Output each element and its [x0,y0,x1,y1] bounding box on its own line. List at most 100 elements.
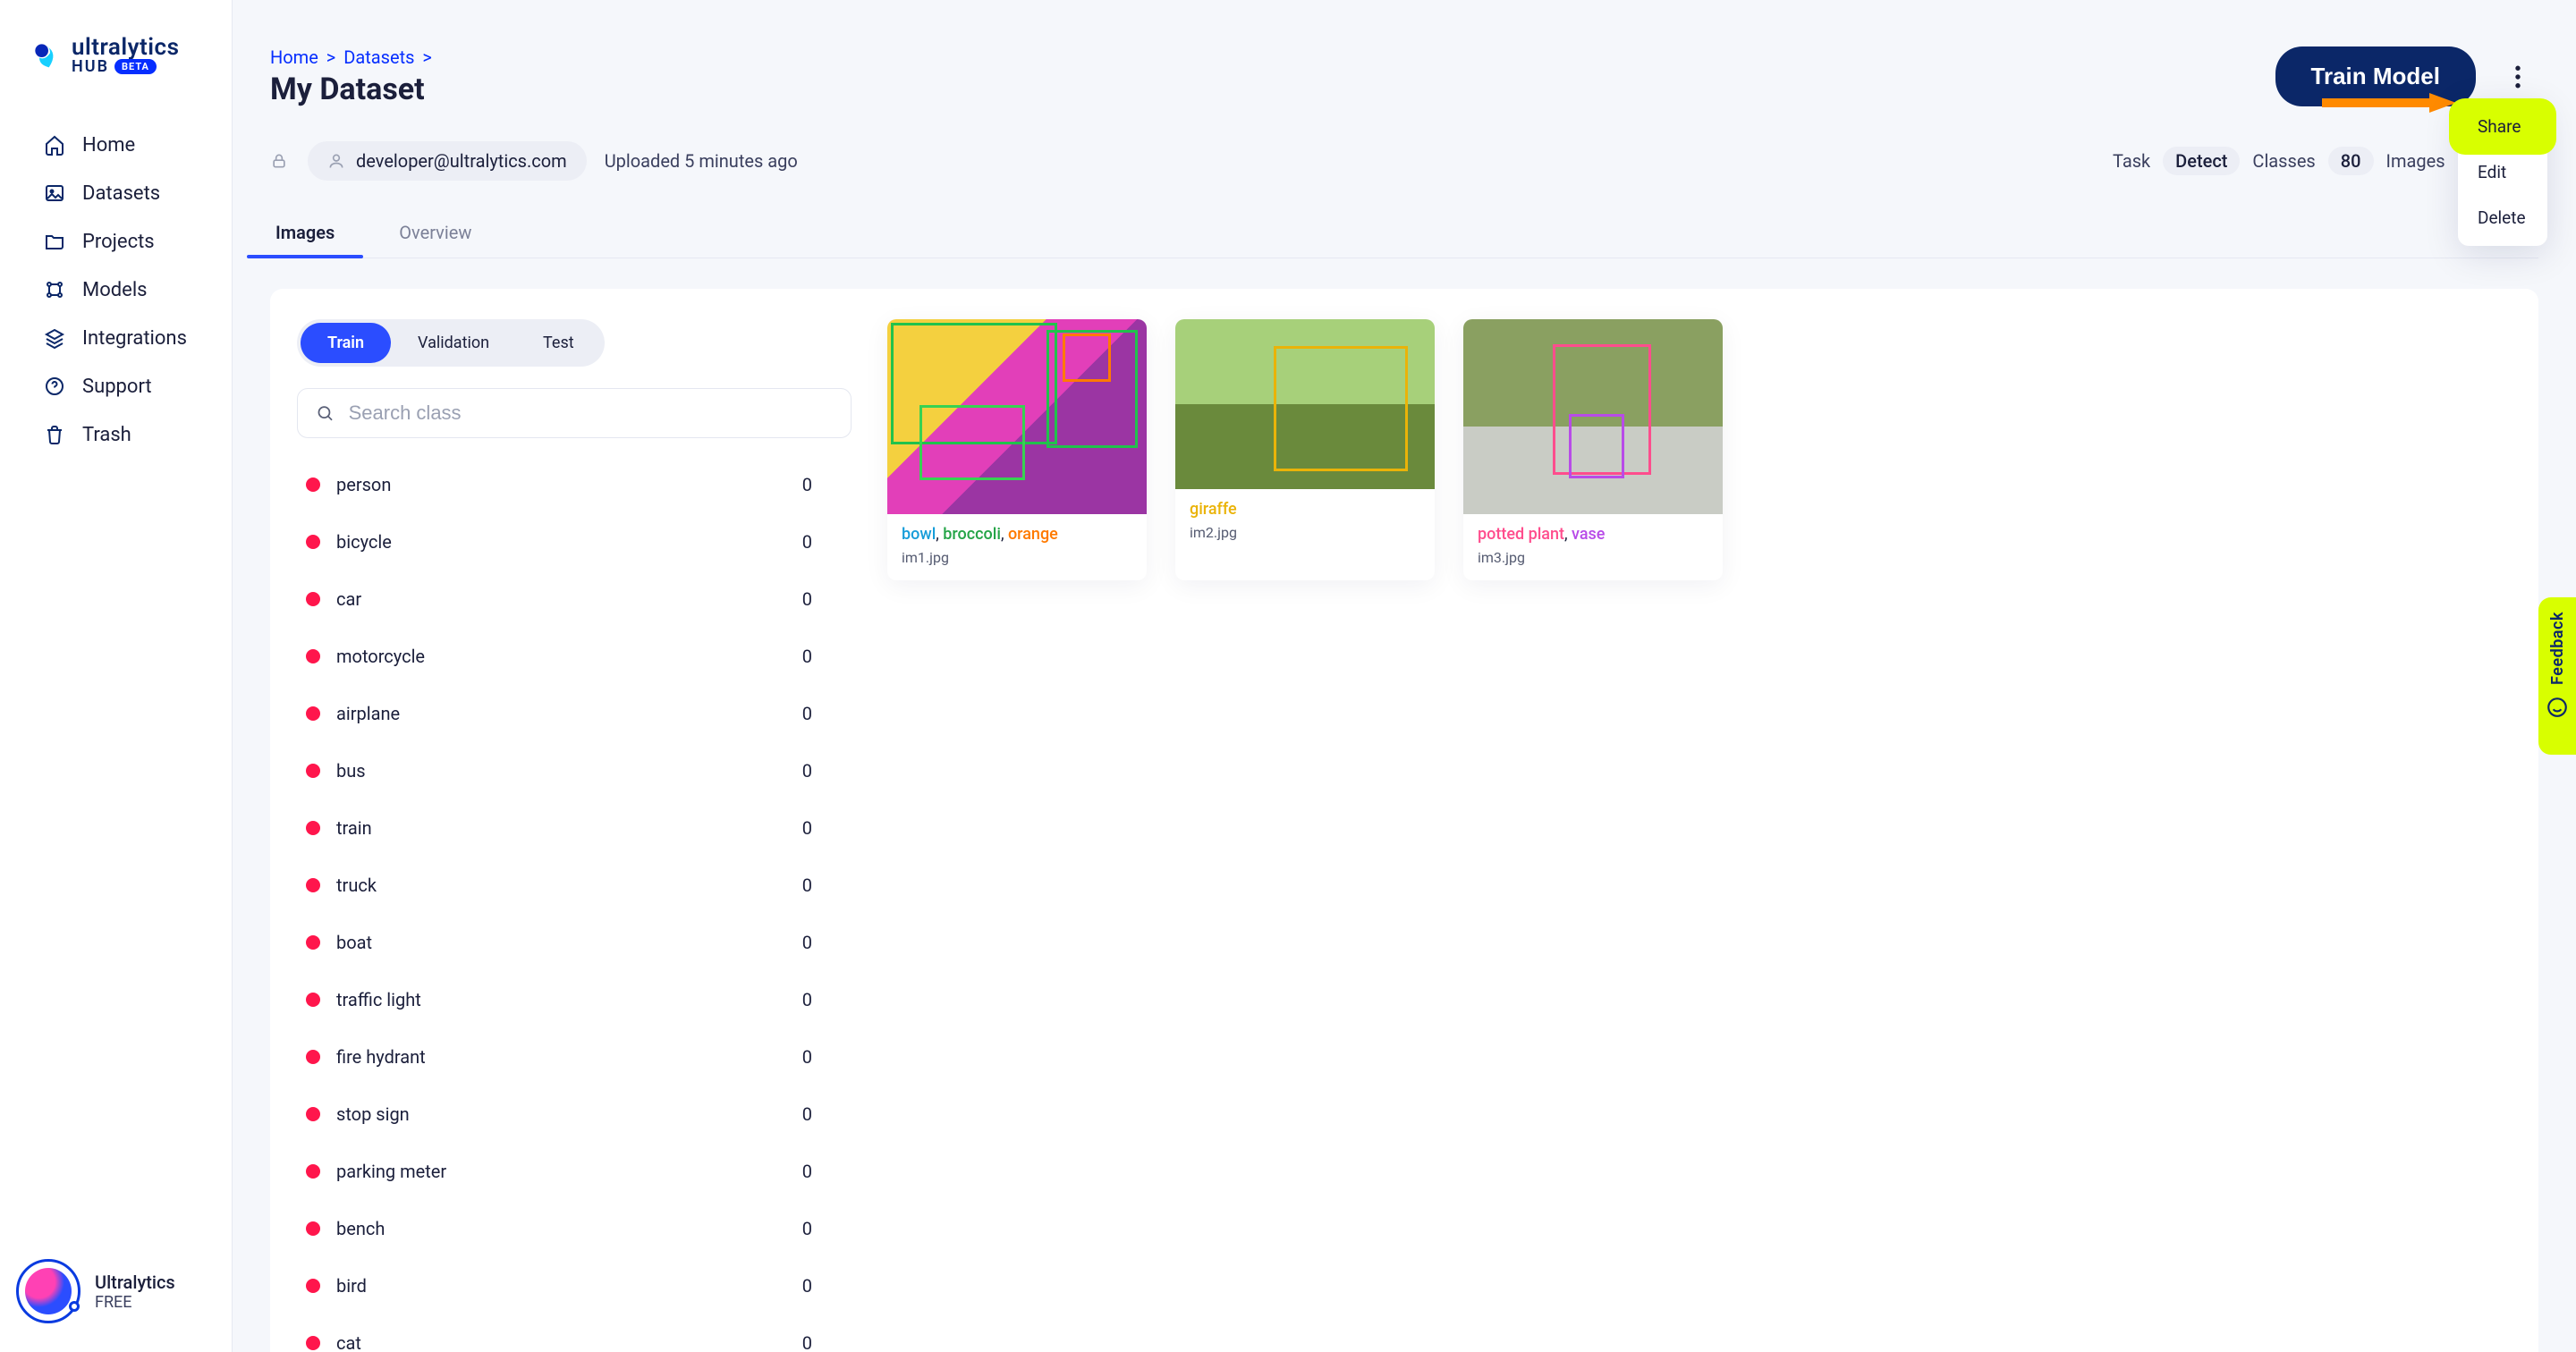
class-row[interactable]: fire hydrant0 [297,1028,821,1086]
class-row[interactable]: traffic light0 [297,971,821,1028]
class-row[interactable]: person0 [297,456,821,513]
trash-icon [43,423,66,446]
nav-label: Home [82,134,135,156]
image-thumbnail [1463,319,1723,514]
image-labels: bowl, broccoli, orange [902,525,1132,544]
class-count: 0 [802,531,812,553]
class-row[interactable]: train0 [297,799,821,857]
split-selector: Train Validation Test [297,319,605,367]
split-test[interactable]: Test [516,323,601,363]
nav-label: Support [82,376,152,398]
models-icon [43,278,66,301]
class-swatch [306,649,320,663]
image-labels: giraffe [1190,500,1420,519]
class-name: fire hydrant [336,1046,426,1068]
tab-overview[interactable]: Overview [394,207,477,258]
bbox [1569,414,1624,478]
class-name: traffic light [336,989,421,1010]
projects-icon [43,230,66,253]
class-row[interactable]: bus0 [297,742,821,799]
class-swatch [306,821,320,835]
sidebar-item-home[interactable]: Home [0,121,232,169]
support-icon [43,375,66,398]
owner-email: developer@ultralytics.com [356,150,567,172]
class-name: airplane [336,703,400,724]
class-name: stop sign [336,1103,410,1125]
stat-task-value: Detect [2163,147,2240,175]
sidebar-item-integrations[interactable]: Integrations [0,314,232,362]
sidebar-item-datasets[interactable]: Datasets [0,169,232,217]
bbox [919,405,1025,480]
feedback-tab[interactable]: Feedback [2538,597,2576,755]
menu-item-edit[interactable]: Edit [2458,149,2547,195]
class-swatch [306,477,320,492]
owner-pill[interactable]: developer@ultralytics.com [308,141,587,181]
bbox [1063,334,1111,382]
class-row[interactable]: boat0 [297,914,821,971]
class-swatch [306,1336,320,1350]
breadcrumb-datasets[interactable]: Datasets [343,46,414,68]
sidebar-item-support[interactable]: Support [0,362,232,410]
class-row[interactable]: airplane0 [297,685,821,742]
menu-item-delete[interactable]: Delete [2458,195,2547,241]
integrations-icon [43,326,66,350]
sidebar: ultralytics HUB BETA Home Datasets Proje… [0,0,233,1352]
breadcrumb-home[interactable]: Home [270,46,318,68]
class-count: 0 [802,1218,812,1239]
menu-item-share[interactable]: Share [2458,104,2547,149]
class-row[interactable]: parking meter0 [297,1143,821,1200]
class-search[interactable] [297,388,852,438]
split-validation[interactable]: Validation [391,323,516,363]
image-card[interactable]: potted plant, vase im3.jpg [1463,319,1723,580]
image-labels: potted plant, vase [1478,525,1708,544]
user-plan: FREE [95,1293,175,1312]
class-name: bicycle [336,531,392,553]
stat-images-label: Images [2386,150,2445,172]
sidebar-user[interactable]: Ultralytics FREE [0,1241,232,1352]
more-options-button[interactable] [2497,56,2538,97]
class-row[interactable]: stop sign0 [297,1086,821,1143]
images-panel: Train Validation Test person0 bicycle 0 car… [270,289,2538,1352]
image-filename: im3.jpg [1478,549,1708,566]
tab-images[interactable]: Images [270,207,340,258]
sidebar-item-projects[interactable]: Projects [0,217,232,266]
sidebar-item-models[interactable]: Models [0,266,232,314]
brand-logo[interactable]: ultralytics HUB BETA [0,0,232,94]
class-count: 0 [802,1275,812,1297]
class-row[interactable]: bench0 [297,1200,821,1257]
class-swatch [306,592,320,606]
stat-task-label: Task [2113,150,2150,172]
class-swatch [306,1050,320,1064]
class-row[interactable]: bicycle 0 [297,513,821,570]
class-count: 0 [802,1332,812,1352]
class-name: bird [336,1275,367,1297]
class-count: 0 [802,932,812,953]
class-row[interactable]: motorcycle0 [297,628,821,685]
class-list[interactable]: person0bicycle0car0motorcycle0airplane0b… [297,456,852,1352]
breadcrumb: Home > Datasets > [270,46,436,68]
brand-mark-icon [32,41,61,70]
nav-label: Trash [82,424,131,446]
nav-label: Projects [82,231,155,253]
split-train[interactable]: Train [301,323,391,363]
image-card[interactable]: giraffe im2.jpg [1175,319,1435,580]
home-icon [43,133,66,156]
user-icon [327,151,347,171]
class-row[interactable]: cat0 [297,1314,821,1352]
content-tabs: Images Overview [270,207,2538,258]
datasets-icon [43,182,66,205]
class-count: 0 [802,760,812,782]
class-row[interactable]: bird 0 [297,1257,821,1314]
image-card[interactable]: bowl, broccoli, orangeim1.jpg [887,319,1147,580]
class-swatch [306,1279,320,1293]
class-swatch [306,993,320,1007]
class-row[interactable]: truck0 [297,857,821,914]
class-count: 0 [802,875,812,896]
avatar [16,1259,80,1323]
class-search-input[interactable] [349,401,833,425]
class-row[interactable]: car0 [297,570,821,628]
image-filename: im2.jpg [1190,524,1420,541]
sidebar-item-trash[interactable]: Trash [0,410,232,459]
main: Home > Datasets > My Dataset Train Model… [233,0,2576,1352]
image-thumbnail [887,319,1147,514]
